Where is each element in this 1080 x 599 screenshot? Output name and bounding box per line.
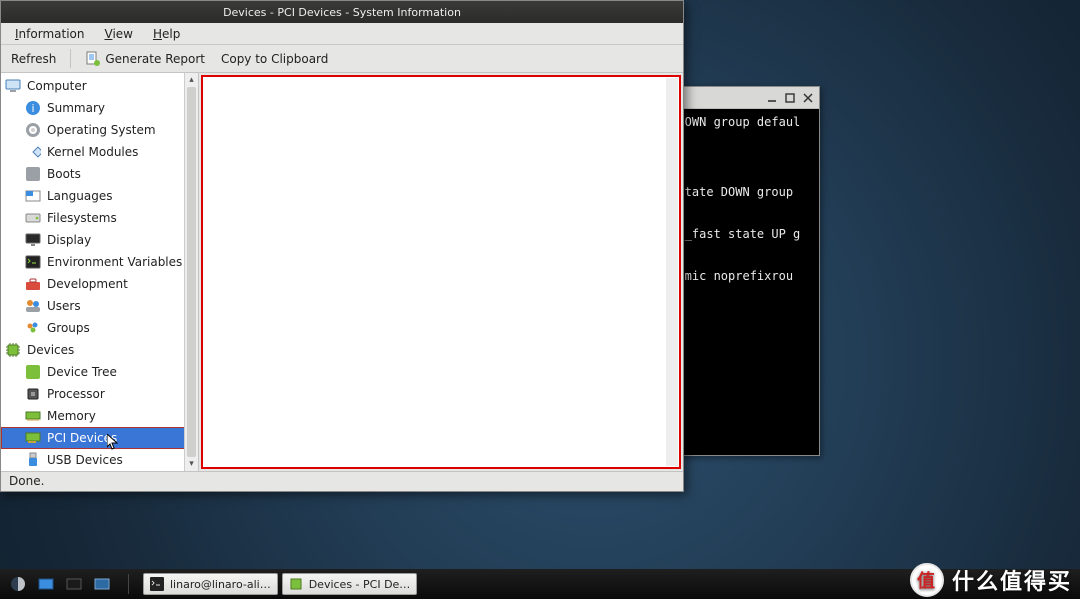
desktop: NKNOWN group defaul q state DOWN group i…: [0, 0, 1080, 599]
tree-computer[interactable]: Computer: [1, 75, 198, 97]
monitor-icon: [25, 232, 41, 248]
tree-dev[interactable]: Development: [1, 273, 198, 295]
tree-display[interactable]: Display: [1, 229, 198, 251]
menu-view[interactable]: ViewView: [96, 25, 140, 43]
show-desktop-button[interactable]: [34, 573, 58, 595]
tree-pane: Computer i Summary Operating System: [1, 73, 199, 471]
tree-label: Summary: [47, 101, 105, 115]
terminal-icon: [25, 254, 41, 270]
info-icon: i: [25, 100, 41, 116]
maximize-button[interactable]: [783, 91, 797, 105]
computer-icon: [5, 78, 21, 94]
start-menu-button[interactable]: [6, 573, 30, 595]
watermark-text: 什么值得买: [952, 564, 1072, 596]
groups-icon: [25, 320, 41, 336]
flag-icon: [25, 188, 41, 204]
toolbar: Refresh Generate Report Copy to Clipboar…: [1, 45, 683, 73]
tree-kmod[interactable]: Kernel Modules: [1, 141, 198, 163]
toolbox-icon: [25, 276, 41, 292]
watermark-badge-icon: 值: [910, 563, 944, 597]
module-icon: [25, 144, 41, 160]
sysinfo-window[interactable]: Devices - PCI Devices - System Informati…: [0, 0, 684, 492]
tree-boots[interactable]: Boots: [1, 163, 198, 185]
drive-icon: [25, 210, 41, 226]
window-titlebar[interactable]: Devices - PCI Devices - System Informati…: [1, 1, 683, 23]
chip-icon: [5, 342, 21, 358]
tree-users[interactable]: Users: [1, 295, 198, 317]
tree-summary[interactable]: i Summary: [1, 97, 198, 119]
sysinfo-icon: [289, 577, 303, 591]
report-icon: [85, 51, 101, 67]
pager-1[interactable]: [62, 573, 86, 595]
menu-help[interactable]: HelpHelp: [145, 25, 188, 43]
tree-fs[interactable]: Filesystems: [1, 207, 198, 229]
tree-label: Display: [47, 233, 91, 247]
tree-label: Groups: [47, 321, 90, 335]
pager-2[interactable]: [90, 573, 114, 595]
copy-clipboard-button[interactable]: Copy to Clipboard: [217, 50, 332, 68]
refresh-label: Refresh: [11, 52, 56, 66]
task-label: Devices - PCI De…: [309, 578, 411, 591]
generate-report-label: Generate Report: [105, 52, 205, 66]
scroll-thumb[interactable]: [187, 87, 196, 457]
tree-label: Development: [47, 277, 128, 291]
status-text: Done.: [9, 474, 44, 488]
menu-information[interactable]: IInformationnformation: [7, 25, 92, 43]
usb-icon: [25, 452, 41, 468]
menubar: IInformationnformation ViewView HelpHelp: [1, 23, 683, 45]
tree-label: Processor: [47, 387, 105, 401]
content-scrollbar[interactable]: [666, 78, 678, 466]
tree-label: Kernel Modules: [47, 145, 138, 159]
watermark: 值 什么值得买: [910, 563, 1072, 597]
tree-label: Users: [47, 299, 81, 313]
tree-processor[interactable]: Processor: [1, 383, 198, 405]
tree-label: Languages: [47, 189, 112, 203]
tree-label: Device Tree: [47, 365, 117, 379]
tree-device-tree[interactable]: Device Tree: [1, 361, 198, 383]
users-icon: [25, 298, 41, 314]
board-icon: [25, 364, 41, 380]
gear-icon: [25, 122, 41, 138]
pci-icon: [25, 430, 41, 446]
cursor-icon: [107, 434, 119, 452]
panel-separator: [128, 574, 129, 594]
task-terminal[interactable]: linaro@linaro-ali…: [143, 573, 278, 595]
tree-pci[interactable]: PCI Devices: [1, 427, 198, 449]
tree-label: Operating System: [47, 123, 156, 137]
tree-label: Devices: [27, 343, 74, 357]
tree-langs[interactable]: Languages: [1, 185, 198, 207]
copy-clipboard-label: Copy to Clipboard: [221, 52, 328, 66]
svg-text:i: i: [31, 102, 34, 115]
content-pane: [201, 75, 681, 469]
close-button[interactable]: [801, 91, 815, 105]
scroll-down-icon[interactable]: ▾: [185, 457, 198, 471]
tree-devices[interactable]: Devices: [1, 339, 198, 361]
minimize-button[interactable]: [765, 91, 779, 105]
tree-env[interactable]: Environment Variables: [1, 251, 198, 273]
cpu-icon: [25, 386, 41, 402]
tree-scrollbar[interactable]: ▴ ▾: [184, 73, 198, 471]
tree-memory[interactable]: Memory: [1, 405, 198, 427]
window-title: Devices - PCI Devices - System Informati…: [223, 6, 461, 19]
tree[interactable]: Computer i Summary Operating System: [1, 73, 198, 471]
status-bar: Done.: [1, 471, 683, 491]
toolbar-separator: [70, 49, 71, 68]
tree-label: Memory: [47, 409, 96, 423]
tree-label: Boots: [47, 167, 81, 181]
task-label: linaro@linaro-ali…: [170, 578, 271, 591]
boot-icon: [25, 166, 41, 182]
generate-report-button[interactable]: Generate Report: [81, 49, 209, 69]
task-sysinfo[interactable]: Devices - PCI De…: [282, 573, 418, 595]
memory-icon: [25, 408, 41, 424]
tree-label: USB Devices: [47, 453, 123, 467]
scroll-up-icon[interactable]: ▴: [185, 73, 198, 87]
tree-os[interactable]: Operating System: [1, 119, 198, 141]
tree-label: Filesystems: [47, 211, 117, 225]
tree-usb[interactable]: USB Devices: [1, 449, 198, 471]
tree-groups[interactable]: Groups: [1, 317, 198, 339]
tree-label: Environment Variables: [47, 255, 182, 269]
terminal-icon: [150, 577, 164, 591]
tree-label: Computer: [27, 79, 87, 93]
refresh-button[interactable]: Refresh: [7, 50, 60, 68]
